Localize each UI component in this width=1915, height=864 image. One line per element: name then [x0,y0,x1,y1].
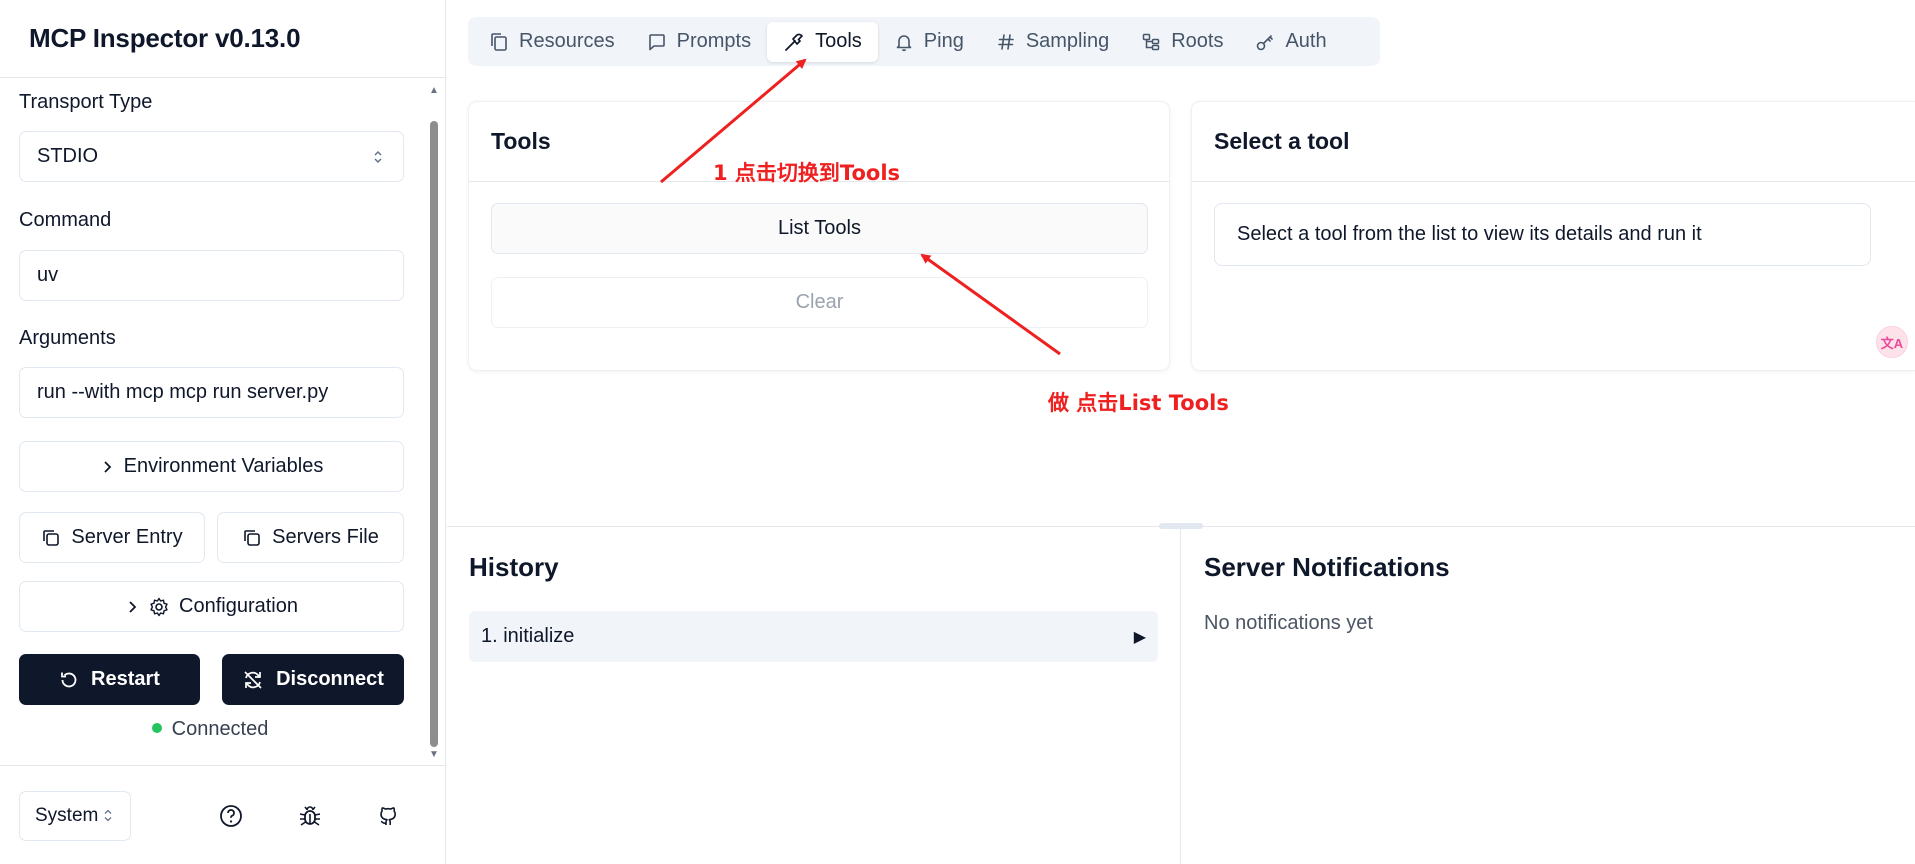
server-entry-button[interactable]: Server Entry [19,512,205,563]
servers-file-button[interactable]: Servers File [217,512,404,563]
bug-icon[interactable] [296,802,324,830]
arguments-input[interactable]: run --with mcp mcp run server.py [19,367,404,418]
copy-icon [242,528,262,548]
tool-detail-hint: Select a tool from the list to view its … [1214,203,1871,266]
clear-button[interactable]: Clear [491,277,1148,328]
transport-type-label: Transport Type [19,91,153,113]
tab-roots-label: Roots [1171,30,1224,52]
bottom-divider [1180,527,1181,864]
sidebar-footer: System [0,765,446,864]
environment-variables-button[interactable]: Environment Variables [19,441,404,492]
environment-variables-label: Environment Variables [123,455,324,477]
hammer-icon [783,31,805,53]
notifications-empty-text: No notifications yet [1204,612,1373,634]
tab-roots[interactable]: Roots [1125,22,1239,62]
chevron-right-icon [125,600,139,614]
sidebar: MCP Inspector v0.13.0 Transport Type STD… [0,0,446,864]
tab-ping[interactable]: Ping [878,22,980,62]
translate-widget-text: 文A [1880,335,1904,351]
refresh-off-icon [242,669,264,691]
tool-detail-title: Select a tool [1192,102,1915,182]
annotation-step-1: 1 点击切换到Tools [713,161,901,185]
connection-status: Connected [0,718,420,741]
scroll-down-arrow-icon[interactable]: ▼ [428,749,440,761]
tab-tools-label: Tools [815,30,862,52]
key-icon [1255,32,1275,52]
files-icon [489,32,509,52]
arguments-label: Arguments [19,327,116,349]
server-entry-label: Server Entry [71,526,183,548]
tab-resources-label: Resources [519,30,615,52]
copy-icon [41,528,61,548]
command-label: Command [19,209,112,231]
scroll-up-arrow-icon[interactable]: ▲ [428,85,440,97]
tab-resources[interactable]: Resources [473,22,631,62]
disconnect-label: Disconnect [276,668,384,690]
history-item[interactable]: 1. initialize ▶ [469,611,1158,662]
tab-bar: Resources Prompts Tools Ping Sampling Ro… [468,17,1380,66]
history-item-label: 1. initialize [481,625,575,647]
configuration-label: Configuration [179,595,298,617]
configuration-button[interactable]: Configuration [19,581,404,632]
disconnect-button[interactable]: Disconnect [222,654,404,705]
tab-auth-label: Auth [1285,30,1327,52]
status-dot [151,722,162,733]
tab-prompts-label: Prompts [676,30,752,52]
command-value: uv [37,264,59,286]
folder-tree-icon [1141,32,1161,52]
app-title: MCP Inspector v0.13.0 [29,23,301,53]
transport-type-select[interactable]: STDIO [19,131,404,182]
restart-label: Restart [91,668,160,690]
chevron-up-down-icon [104,809,112,823]
sidebar-scrollbar[interactable]: ▲ ▼ [428,85,440,761]
rotate-ccw-icon [59,670,79,690]
servers-file-label: Servers File [272,526,379,548]
message-square-icon [647,32,667,52]
annotation-step-2: 做 点击List Tools [1048,391,1229,415]
github-icon[interactable] [375,802,403,830]
theme-select[interactable]: System [19,791,131,841]
help-icon[interactable] [217,802,245,830]
tab-auth[interactable]: Auth [1239,22,1342,62]
expand-triangle-icon[interactable]: ▶ [1134,627,1146,647]
main-panel: Resources Prompts Tools Ping Sampling Ro… [447,0,1915,864]
list-tools-button[interactable]: List Tools [491,203,1148,254]
server-notifications-title: Server Notifications [1204,552,1450,582]
gear-icon [149,597,169,617]
scroll-thumb[interactable] [430,121,438,747]
restart-button[interactable]: Restart [19,654,200,705]
transport-type-value: STDIO [37,145,99,167]
chevron-right-icon [100,460,114,474]
app-window: MCP Inspector v0.13.0 Transport Type STD… [0,0,1915,864]
resize-handle[interactable] [1159,523,1203,529]
command-input[interactable]: uv [19,250,404,301]
tab-sampling[interactable]: Sampling [980,22,1125,62]
translate-widget-icon[interactable]: 文A [1876,326,1908,358]
sidebar-body: Transport Type STDIO Command uv Argument… [0,79,446,765]
hash-icon [996,32,1016,52]
tab-prompts[interactable]: Prompts [631,22,767,62]
bell-icon [894,32,914,52]
theme-value: System [35,805,99,826]
tools-card: Tools List Tools Clear [468,101,1170,371]
tab-tools[interactable]: Tools [767,21,878,62]
sidebar-header: MCP Inspector v0.13.0 [0,0,445,78]
status-text: Connected [171,718,269,740]
chevron-up-down-icon [373,150,383,164]
tool-detail-card: Select a tool Select a tool from the lis… [1191,101,1915,371]
arguments-value: run --with mcp mcp run server.py [37,381,329,403]
tab-sampling-label: Sampling [1025,30,1110,52]
tab-ping-label: Ping [923,30,964,52]
history-title: History [469,552,559,582]
